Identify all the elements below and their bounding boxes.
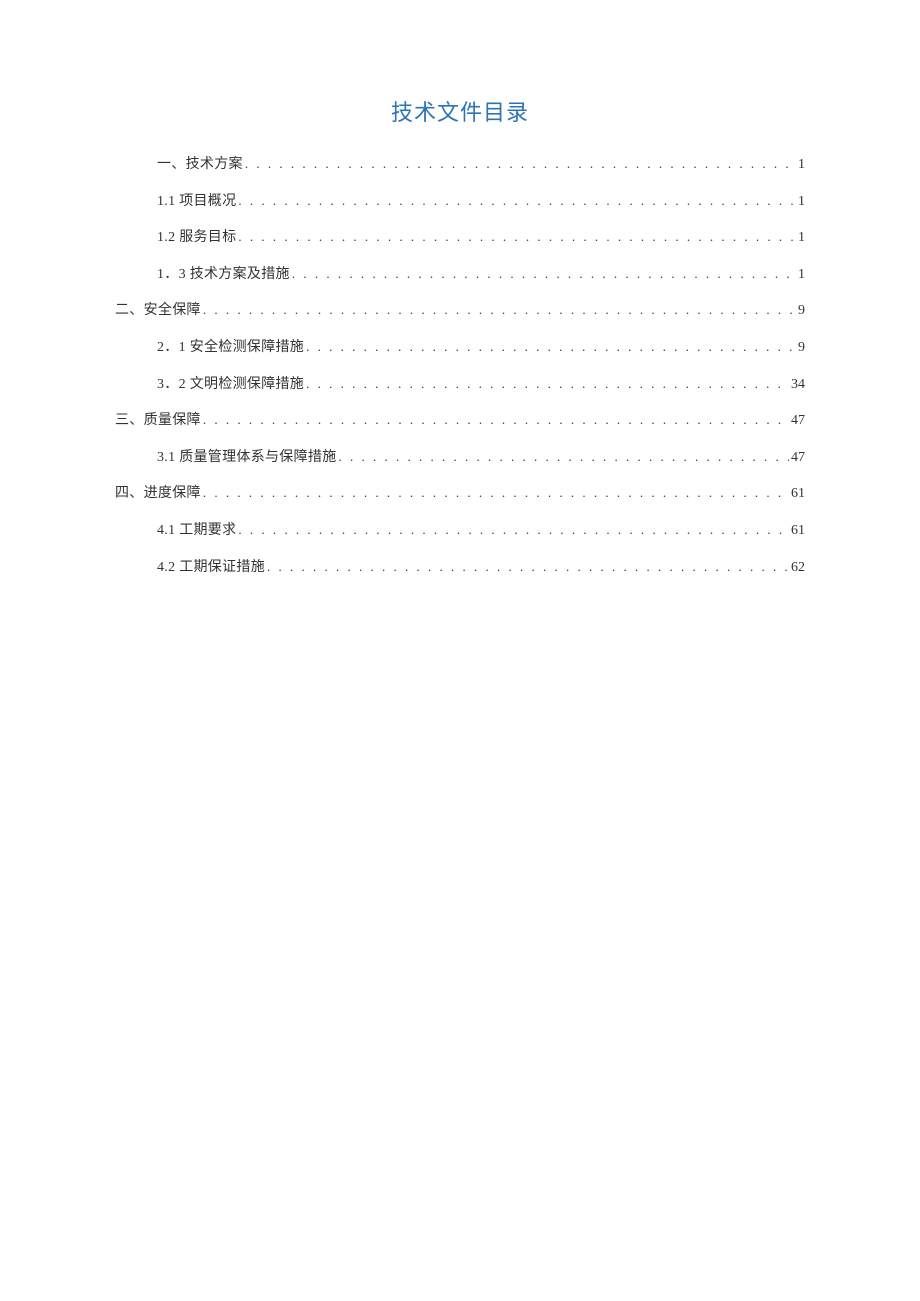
toc-entry: 4.2 工期保证措施 62 [115, 558, 805, 578]
toc-leader [290, 265, 796, 283]
toc-entry: 3．2 文明检测保障措施 34 [115, 375, 805, 395]
document-title: 技术文件目录 [115, 95, 805, 127]
toc-leader [201, 484, 789, 502]
toc-page: 9 [796, 301, 805, 321]
toc-entry: 1．3 技术方案及措施 1 [115, 265, 805, 285]
toc-label: 4.1 工期要求 [157, 521, 236, 541]
toc-page: 34 [789, 375, 805, 395]
toc-label: 4.2 工期保证措施 [157, 558, 265, 578]
toc-entry: 2．1 安全检测保障措施 9 [115, 338, 805, 358]
toc-label: 1.1 项目概况 [157, 192, 236, 212]
toc-entry: 1.1 项目概况 1 [115, 192, 805, 212]
toc-leader [201, 301, 796, 319]
toc-entry: 3.1 质量管理体系与保障措施 47 [115, 448, 805, 468]
toc-label: 三、质量保障 [115, 411, 201, 431]
toc-page: 1 [796, 155, 805, 175]
toc-leader [304, 338, 796, 356]
toc-entry: 4.1 工期要求 61 [115, 521, 805, 541]
toc-leader [201, 411, 789, 429]
toc-label: 3．2 文明检测保障措施 [157, 375, 304, 395]
toc-entry: 二、安全保障 9 [115, 301, 805, 321]
toc-page: 9 [796, 338, 805, 358]
toc-page: 62 [789, 558, 805, 578]
toc-page: 47 [789, 411, 805, 431]
table-of-contents: 一、技术方案 1 1.1 项目概况 1 1.2 服务目标 1 1．3 技术方案及… [115, 155, 805, 577]
toc-page: 1 [796, 265, 805, 285]
toc-leader [236, 192, 796, 210]
toc-leader [304, 375, 789, 393]
toc-label: 四、进度保障 [115, 484, 201, 504]
toc-page: 1 [796, 228, 805, 248]
toc-leader [337, 448, 790, 466]
toc-leader [265, 558, 789, 576]
toc-page: 1 [796, 192, 805, 212]
toc-entry: 四、进度保障 61 [115, 484, 805, 504]
toc-leader [236, 521, 789, 539]
toc-label: 二、安全保障 [115, 301, 201, 321]
toc-leader [236, 228, 796, 246]
toc-label: 1.2 服务目标 [157, 228, 236, 248]
toc-entry: 一、技术方案 1 [115, 155, 805, 175]
toc-entry: 三、质量保障 47 [115, 411, 805, 431]
toc-page: 61 [789, 484, 805, 504]
toc-label: 一、技术方案 [157, 155, 243, 175]
toc-leader [243, 155, 796, 173]
toc-entry: 1.2 服务目标 1 [115, 228, 805, 248]
toc-label: 3.1 质量管理体系与保障措施 [157, 448, 337, 468]
toc-label: 2．1 安全检测保障措施 [157, 338, 304, 358]
toc-page: 61 [789, 521, 805, 541]
toc-label: 1．3 技术方案及措施 [157, 265, 290, 285]
toc-page: 47 [789, 448, 805, 468]
